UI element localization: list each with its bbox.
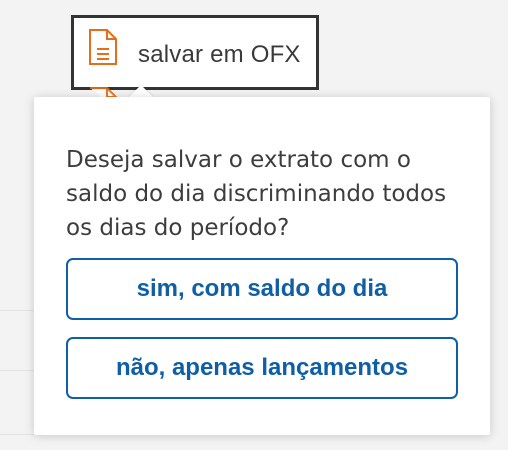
save-ofx-label: salvar em OFX (138, 41, 301, 68)
save-question: Deseja salvar o extrato com o saldo do d… (66, 147, 447, 241)
only-transactions-button[interactable]: não, apenas lançamentos (66, 337, 458, 399)
with-daily-balance-button[interactable]: sim, com saldo do dia (66, 258, 458, 320)
page: salvar em OFX Deseja salvar o extrato co… (0, 0, 508, 450)
save-ofx-button[interactable]: salvar em OFX (71, 15, 319, 108)
document-icon (89, 29, 117, 65)
save-options-popover: Deseja salvar o extrato com o saldo do d… (34, 97, 490, 435)
